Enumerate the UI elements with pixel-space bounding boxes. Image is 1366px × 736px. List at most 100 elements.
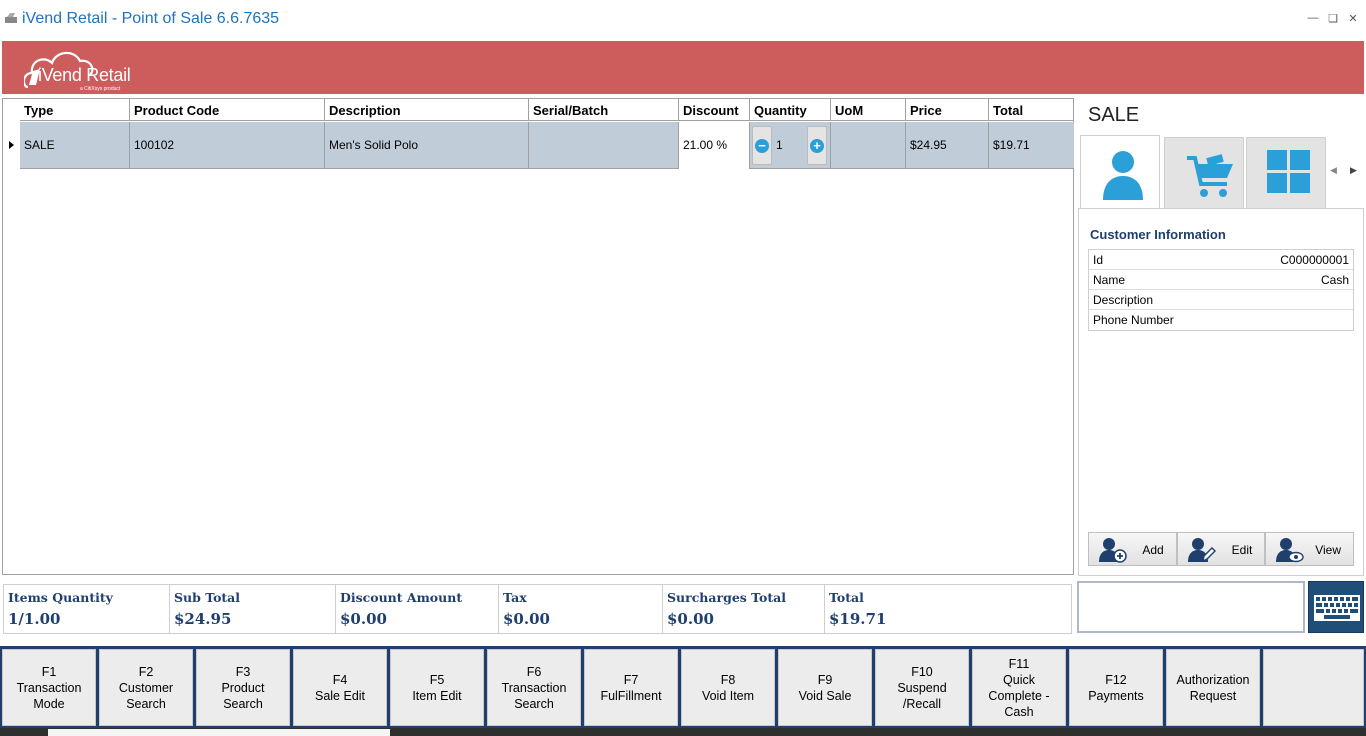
cell-discount[interactable]: 21.00 %: [679, 122, 750, 169]
function-key-bar: F1 Transaction Mode F2 Customer Search F…: [0, 646, 1366, 728]
keyboard-button[interactable]: [1308, 581, 1364, 633]
total-value: $0.00: [503, 610, 550, 628]
view-user-icon: [1276, 538, 1305, 563]
col-quantity[interactable]: Quantity: [750, 99, 831, 121]
taskbar-search-box[interactable]: [48, 729, 390, 736]
total-label: Tax: [503, 590, 527, 605]
close-icon[interactable]: ✕: [1346, 12, 1360, 25]
f3-product-search-button[interactable]: F3 Product Search: [196, 649, 290, 726]
tab-scroll-right-icon[interactable]: ▶: [1350, 165, 1357, 176]
tab-tiles[interactable]: [1246, 137, 1326, 209]
col-description[interactable]: Description: [325, 99, 529, 121]
panel-tabs: ◀ ▶: [1080, 135, 1364, 209]
add-customer-button[interactable]: Add: [1088, 532, 1177, 566]
col-serial-batch[interactable]: Serial/Batch: [529, 99, 679, 121]
f12-label: F12 Payments: [1088, 672, 1144, 703]
app-icon: [5, 13, 17, 23]
keyboard-icon: [1314, 595, 1360, 621]
f5-item-edit-button[interactable]: F5 Item Edit: [390, 649, 484, 726]
f10-suspend-recall-button[interactable]: F10 Suspend /Recall: [875, 649, 969, 726]
tab-scroll-left-icon[interactable]: ◀: [1330, 165, 1337, 176]
total-label: Total: [829, 590, 864, 605]
item-grid[interactable]: Type Product Code Description Serial/Bat…: [2, 98, 1074, 575]
customer-info-heading: Customer Information: [1090, 227, 1226, 242]
quantity-value[interactable]: 1: [776, 138, 783, 152]
f6-transaction-search-button[interactable]: F6 Transaction Search: [487, 649, 581, 726]
edit-customer-button[interactable]: Edit: [1176, 532, 1266, 566]
total-label: Surcharges Total: [667, 590, 786, 605]
edit-user-icon: [1187, 538, 1216, 563]
f4-sale-edit-button[interactable]: F4 Sale Edit: [293, 649, 387, 726]
increase-quantity-button[interactable]: +: [807, 126, 827, 165]
customer-actions: Add Edit View: [1088, 532, 1355, 566]
f9-void-sale-button[interactable]: F9 Void Sale: [778, 649, 872, 726]
field-label: Name: [1093, 273, 1126, 287]
f10-label: F10 Suspend /Recall: [897, 664, 947, 711]
col-uom[interactable]: UoM: [831, 99, 906, 121]
row-indicator-icon: [9, 141, 14, 149]
authorization-request-label: Authorization Request: [1176, 672, 1250, 703]
f9-label: F9 Void Sale: [798, 672, 852, 703]
window-controls: — ❏ ✕: [1306, 12, 1360, 25]
f8-void-item-button[interactable]: F8 Void Item: [681, 649, 775, 726]
add-user-icon: [1099, 538, 1127, 563]
col-total[interactable]: Total: [989, 99, 1074, 121]
field-value: Cash: [1320, 273, 1349, 287]
total-items-quantity: Items Quantity 1/1.00: [4, 585, 170, 633]
authorization-request-button[interactable]: Authorization Request: [1166, 649, 1260, 726]
table-row[interactable]: SALE 100102 Men's Solid Polo 21.00 % − 1…: [20, 122, 1074, 169]
total-discount-amount: Discount Amount $0.00: [336, 585, 499, 633]
col-price[interactable]: Price: [906, 99, 989, 121]
cell-product-code: 100102: [130, 122, 325, 169]
total-value: $24.95: [174, 610, 232, 628]
f6-label: F6 Transaction Search: [501, 664, 567, 711]
field-label: Description: [1093, 293, 1154, 307]
taskbar-strip: [0, 728, 1366, 736]
f1-label: F1 Transaction Mode: [16, 664, 82, 711]
scan-input[interactable]: [1081, 595, 1299, 621]
f4-label: F4 Sale Edit: [314, 672, 366, 703]
empty-function-button[interactable]: [1263, 649, 1364, 726]
col-product-code[interactable]: Product Code: [130, 99, 325, 121]
f2-customer-search-button[interactable]: F2 Customer Search: [99, 649, 193, 726]
f7-fulfillment-button[interactable]: F7 FulFillment: [584, 649, 678, 726]
total-sub-total: Sub Total $24.95: [170, 585, 336, 633]
f3-label: F3 Product Search: [221, 664, 265, 711]
f8-label: F8 Void Item: [701, 672, 755, 703]
cell-uom[interactable]: [831, 122, 906, 169]
tab-customer[interactable]: [1080, 135, 1160, 209]
total-label: Discount Amount: [340, 590, 463, 605]
window-title: iVend Retail - Point of Sale 6.6.7635: [22, 10, 280, 27]
f1-transaction-mode-button[interactable]: F1 Transaction Mode: [2, 649, 96, 726]
ivend-logo: iVend Retail a CitiXsys product: [24, 47, 154, 93]
restore-icon[interactable]: ❏: [1326, 12, 1340, 25]
edit-customer-label: Edit: [1231, 543, 1253, 557]
cell-serial-batch[interactable]: [529, 122, 679, 169]
grid-header: Type Product Code Description Serial/Bat…: [20, 99, 1074, 121]
field-label: Id: [1093, 253, 1104, 267]
total-label: Sub Total: [174, 590, 241, 605]
total-value: $19.71: [829, 610, 887, 628]
customer-field-phone: Phone Number: [1089, 310, 1353, 330]
view-customer-label: View: [1315, 543, 1342, 557]
view-customer-button[interactable]: View: [1265, 532, 1355, 566]
customer-panel: Customer Information Id C000000001 Name …: [1078, 208, 1364, 576]
col-type[interactable]: Type: [20, 99, 130, 121]
minimize-icon[interactable]: —: [1306, 12, 1320, 25]
tab-cart[interactable]: [1164, 137, 1244, 209]
cell-quantity: − 1 +: [750, 122, 831, 169]
cell-description: Men's Solid Polo: [325, 122, 529, 169]
customer-info-table: Id C000000001 Name Cash Description Phon…: [1088, 249, 1354, 331]
f12-payments-button[interactable]: F12 Payments: [1069, 649, 1163, 726]
field-value: C000000001: [1280, 253, 1349, 267]
cell-price: $24.95: [906, 122, 989, 169]
f11-quick-complete-cash-button[interactable]: F11 Quick Complete - Cash: [972, 649, 1066, 726]
col-discount[interactable]: Discount: [679, 99, 750, 121]
cell-total: $19.71: [993, 138, 1030, 152]
decrease-quantity-button[interactable]: −: [752, 126, 772, 165]
logo-text: iVend Retail: [38, 65, 131, 85]
customer-field-name: Name Cash: [1089, 270, 1353, 290]
f5-label: F5 Item Edit: [412, 672, 462, 703]
total-tax: Tax $0.00: [499, 585, 663, 633]
total-surcharges: Surcharges Total $0.00: [663, 585, 825, 633]
